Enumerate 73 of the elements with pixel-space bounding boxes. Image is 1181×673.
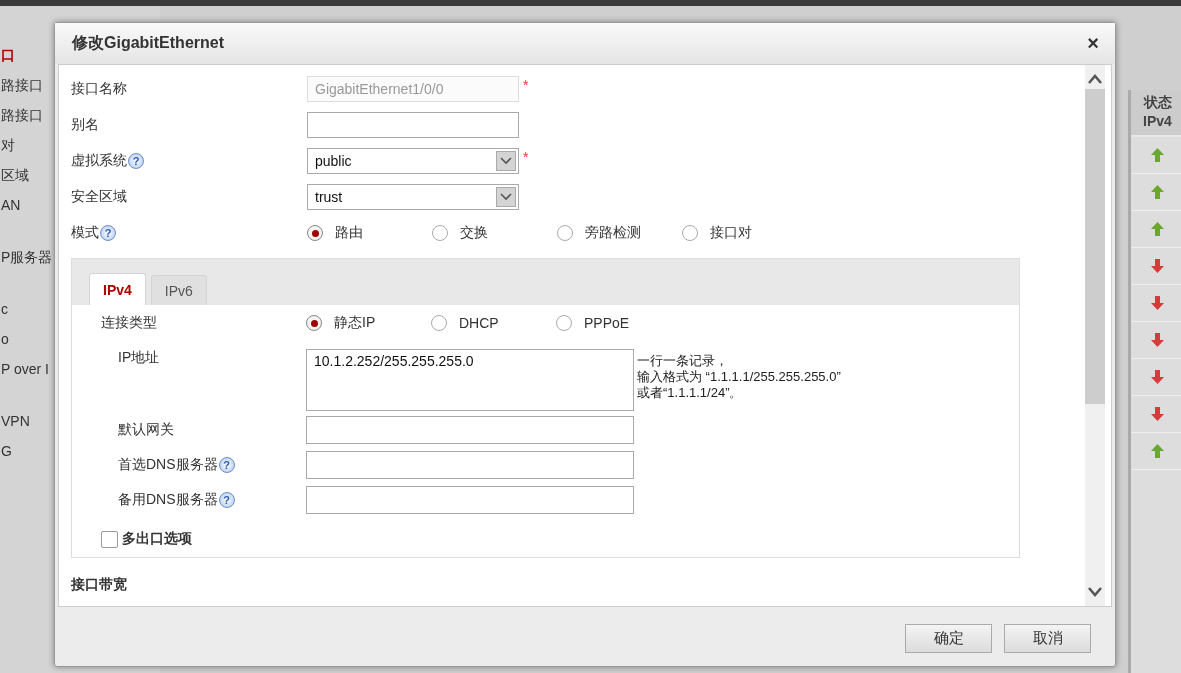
sidebar-item[interactable]: P over I [0,354,49,384]
radio-label[interactable]: DHCP [459,315,499,331]
help-icon[interactable]: ? [218,492,235,508]
dropdown[interactable]: trust [307,184,519,210]
sidebar-item[interactable]: 对 [0,130,15,160]
scroll-down-icon[interactable] [1087,586,1103,598]
radio-button[interactable] [432,225,448,241]
radio-button[interactable] [306,315,322,331]
tab[interactable]: IPv6 [150,275,207,305]
down-arrow-icon [1151,333,1164,347]
field-label: 模式 [71,224,99,242]
radio-button[interactable] [557,225,573,241]
down-arrow-icon [1151,296,1164,310]
radio-label[interactable]: 旁路检测 [585,224,641,242]
sidebar-item[interactable]: 路接口 [0,100,43,130]
sidebar-item[interactable]: 区域 [0,160,29,190]
dropdown[interactable]: public [307,148,519,174]
required-mark: * [523,77,529,93]
up-arrow-icon [1151,185,1164,199]
radio-button[interactable] [556,315,572,331]
column-header: 状态 IPv4 [1131,90,1181,137]
dialog-title: 修改GigabitEthernet [72,33,224,53]
radio-label[interactable]: 路由 [335,224,363,242]
sidebar-item[interactable]: 路接口 [0,70,43,100]
sidebar-item[interactable]: 口 [0,40,15,70]
radio-button[interactable] [682,225,698,241]
field-label: 连接类型 [101,314,158,332]
help-icon[interactable]: ? [100,225,116,241]
radio-button[interactable] [431,315,447,331]
close-button[interactable]: × [1087,32,1099,55]
text-field[interactable] [307,112,519,138]
field-label: 别名 [71,116,99,134]
sidebar-item[interactable]: VPN [0,406,30,436]
field-label: 虚拟系统 [71,152,127,170]
down-arrow-icon [1151,259,1164,273]
up-arrow-icon [1151,444,1164,458]
help-icon[interactable]: ? [128,153,144,169]
dialog-button[interactable]: 取消 [1004,624,1091,653]
scroll-up-icon[interactable] [1087,73,1103,85]
field-label: 首选DNS服务器 [118,456,218,474]
caret-icon [500,193,512,201]
field-label: IP地址 [118,349,160,367]
tab[interactable]: IPv4 [89,273,146,305]
text-area[interactable]: 10.1.2.252/255.255.255.0 [306,349,634,411]
sidebar-item[interactable]: AN [0,190,21,220]
field-label: 默认网关 [118,421,174,439]
scrollbar[interactable] [1085,65,1105,606]
field-label: 安全区域 [71,188,127,206]
field-label: 备用DNS服务器 [118,491,218,509]
down-arrow-icon [1151,407,1164,421]
text-field[interactable] [306,451,634,479]
required-mark: * [523,149,529,165]
radio-label[interactable]: 接口对 [710,224,752,242]
radio-label[interactable]: PPPoE [584,315,630,331]
sidebar-item[interactable]: c [0,294,8,324]
section-title: 接口带宽 [71,576,128,594]
sidebar-item[interactable]: G [0,436,12,466]
dialog-button[interactable]: 确定 [905,624,992,653]
radio-button[interactable] [307,225,323,241]
hint-text: 一行一条记录， 输入格式为 “1.1.1.1/255.255.255.0” 或者“1.1.1.1/24”。 [637,353,841,401]
help-icon[interactable]: ? [218,457,235,473]
radio-label[interactable]: 静态IP [334,314,376,332]
text-field[interactable] [306,486,634,514]
text-field[interactable] [306,416,634,444]
checkbox[interactable]: 多出口选项 [101,530,1019,548]
radio-label[interactable]: 交换 [460,224,488,242]
up-arrow-icon [1151,148,1164,162]
sidebar-item[interactable]: o [0,324,9,354]
caret-icon [500,157,512,165]
field-label: 接口名称 [71,80,127,98]
down-arrow-icon [1151,370,1164,384]
sidebar-item[interactable]: P服务器 [0,242,53,272]
up-arrow-icon [1151,222,1164,236]
